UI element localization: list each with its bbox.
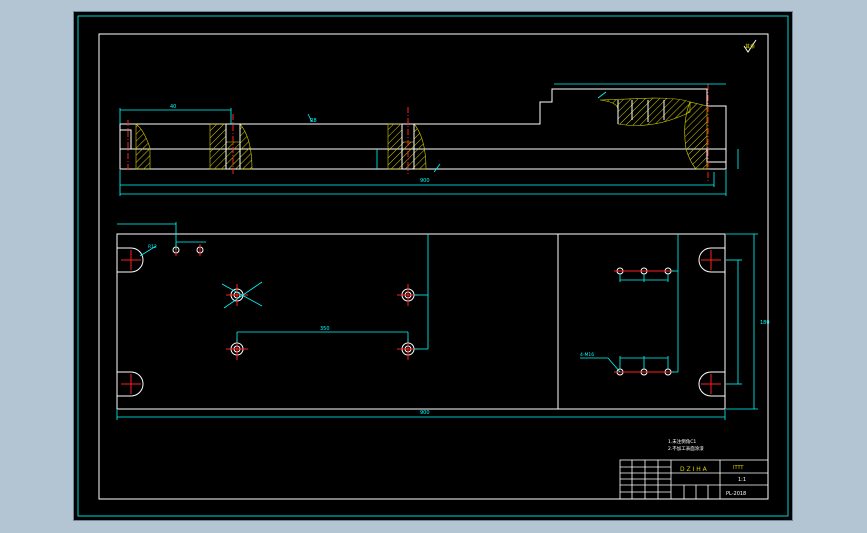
material-label: 1:1 xyxy=(738,477,746,483)
tech-note-2: 2.不加工表面涂漆 xyxy=(668,445,704,452)
drawing-number: PL-2018 xyxy=(726,491,746,497)
section-height-dim: 40 xyxy=(170,104,176,110)
cad-viewport[interactable]: 其余 900 40 R8 900 180 350 4-M16 R12 1.未注倒… xyxy=(74,12,792,520)
plan-dimensions xyxy=(116,222,758,420)
plan-view xyxy=(116,233,726,410)
plan-hole-spacing-dim: 350 xyxy=(320,326,330,332)
cad-drawing-canvas: 其余 900 40 R8 900 180 350 4-M16 R12 1.未注倒… xyxy=(77,15,789,517)
part-name: D Z I H A xyxy=(680,466,708,473)
plan-holes xyxy=(172,246,672,376)
plan-width-dim: 180 xyxy=(760,320,770,326)
section-overall-length-dim: 900 xyxy=(420,178,430,184)
code-label: ITTT xyxy=(733,465,744,471)
plan-centerlines xyxy=(121,244,721,394)
plan-hole-note: 4-M16 xyxy=(580,352,594,358)
section-hatching xyxy=(135,97,708,170)
plan-radius-note: R12 xyxy=(148,244,157,250)
section-slot-dim: R8 xyxy=(310,118,317,124)
tech-note-1: 1.未注倒角C1 xyxy=(668,438,696,445)
roughness-note-label: 其余 xyxy=(745,43,755,50)
plan-length-dim: 900 xyxy=(420,410,430,416)
